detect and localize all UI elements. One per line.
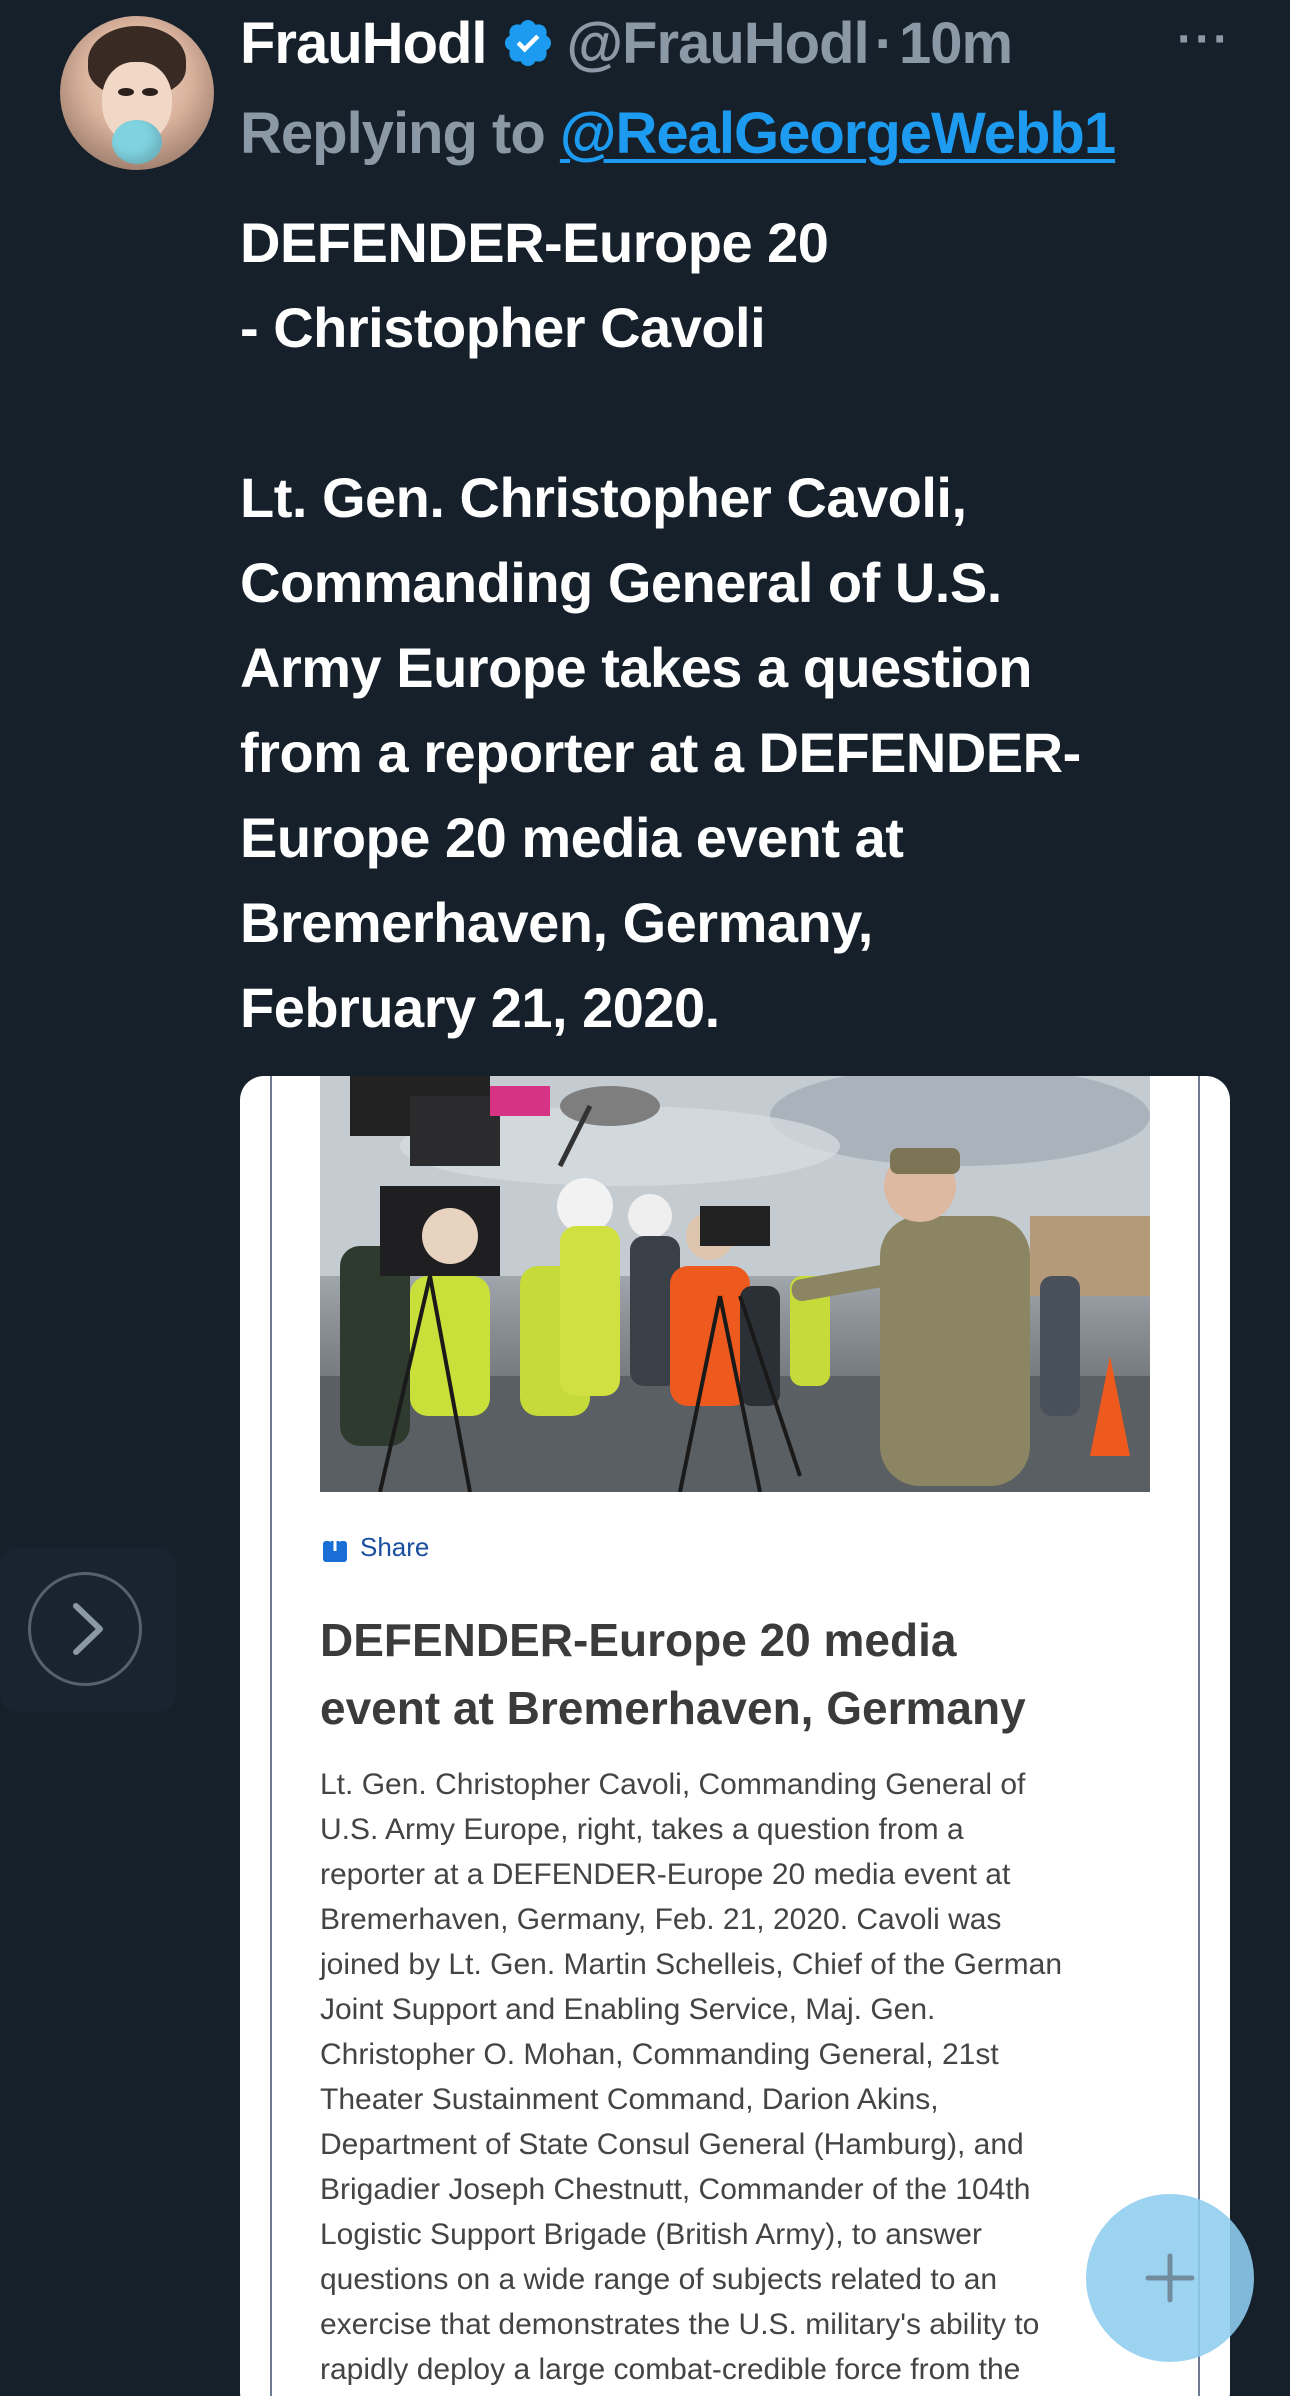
divider bbox=[270, 1076, 272, 2396]
tweet-text-line: DEFENDER-Europe 20 bbox=[240, 211, 829, 274]
article-title: DEFENDER-Europe 20 media event at Bremer… bbox=[320, 1606, 1140, 1742]
more-horizontal-icon[interactable]: ··· bbox=[1176, 10, 1232, 70]
tweet-text-line: Europe 20 media event at bbox=[240, 806, 904, 869]
tweet-header: FrauHodl @FrauHodl · 10m bbox=[240, 8, 1013, 78]
article-body-line: rapidly deploy a large combat-credible f… bbox=[320, 2353, 1021, 2386]
tweet-text-line: from a reporter at a DEFENDER- bbox=[240, 721, 1081, 784]
article-body-line: U.S. Army Europe, right, takes a questio… bbox=[320, 1813, 964, 1846]
replying-to: Replying to @RealGeorgeWebb1 bbox=[240, 100, 1116, 167]
article-body-line: joined by Lt. Gen. Martin Schelleis, Chi… bbox=[320, 1948, 1063, 1981]
tweet-text-line: Army Europe takes a question bbox=[240, 636, 1033, 699]
tweet-text-line: Lt. Gen. Christopher Cavoli, bbox=[240, 466, 967, 529]
tweet-text-line: February 21, 2020. bbox=[240, 976, 720, 1039]
article-body-line: Department of State Consul General (Hamb… bbox=[320, 2128, 1024, 2161]
replying-mention-link[interactable]: @RealGeorgeWebb1 bbox=[560, 101, 1116, 166]
article-body-line: reporter at a DEFENDER-Europe 20 media e… bbox=[320, 1858, 1011, 1891]
article-body-line: questions on a wide range of subjects re… bbox=[320, 2263, 998, 2296]
share-button[interactable]: Share bbox=[322, 1532, 429, 1563]
avatar[interactable] bbox=[60, 16, 214, 170]
timestamp[interactable]: 10m bbox=[899, 10, 1013, 77]
article-body-line: Christopher O. Mohan, Commanding General… bbox=[320, 2038, 999, 2071]
separator-dot: · bbox=[874, 10, 894, 76]
replying-label: Replying to bbox=[240, 101, 546, 166]
article-body-line: Bremerhaven, Germany, Feb. 21, 2020. Cav… bbox=[320, 1903, 1002, 1936]
tweet-screen: FrauHodl @FrauHodl · 10m ··· Replying to… bbox=[0, 0, 1290, 2396]
next-media-button[interactable] bbox=[0, 1548, 176, 1712]
handle[interactable]: @FrauHodl bbox=[567, 10, 870, 77]
compose-button[interactable] bbox=[1086, 2194, 1254, 2362]
article-title-line: event at Bremerhaven, Germany bbox=[320, 1682, 1026, 1734]
article-body-line: Brigadier Joseph Chestnutt, Commander of… bbox=[320, 2173, 1031, 2206]
article-photo bbox=[320, 1076, 1150, 1492]
tweet-text-line: Commanding General of U.S. bbox=[240, 551, 1002, 614]
share-label: Share bbox=[360, 1532, 430, 1562]
article-body-line: Logistic Support Brigade (British Army),… bbox=[320, 2218, 982, 2251]
article-title-line: DEFENDER-Europe 20 media bbox=[320, 1614, 957, 1666]
share-icon bbox=[323, 1532, 347, 1562]
plus-icon bbox=[1145, 2253, 1195, 2303]
tweet-text-line: Bremerhaven, Germany, bbox=[240, 891, 873, 954]
article-body-line: Lt. Gen. Christopher Cavoli, Commanding … bbox=[320, 1768, 1026, 1801]
display-name[interactable]: FrauHodl bbox=[240, 10, 488, 77]
chevron-right-icon bbox=[73, 1603, 103, 1655]
article-body-line: Joint Support and Enabling Service, Maj.… bbox=[320, 1993, 936, 2026]
verified-badge-icon[interactable] bbox=[501, 16, 555, 70]
tweet-text: DEFENDER-Europe 20 - Christopher Cavoli … bbox=[240, 200, 1250, 1050]
tweet-text-line: - Christopher Cavoli bbox=[240, 296, 766, 359]
article-body-line: exercise that demonstrates the U.S. mili… bbox=[320, 2308, 1040, 2341]
article-body: Lt. Gen. Christopher Cavoli, Commanding … bbox=[320, 1762, 1180, 2392]
article-body-line: Theater Sustainment Command, Darion Akin… bbox=[320, 2083, 939, 2116]
tweet-media-image[interactable]: Share DEFENDER-Europe 20 media event at … bbox=[240, 1076, 1230, 2396]
